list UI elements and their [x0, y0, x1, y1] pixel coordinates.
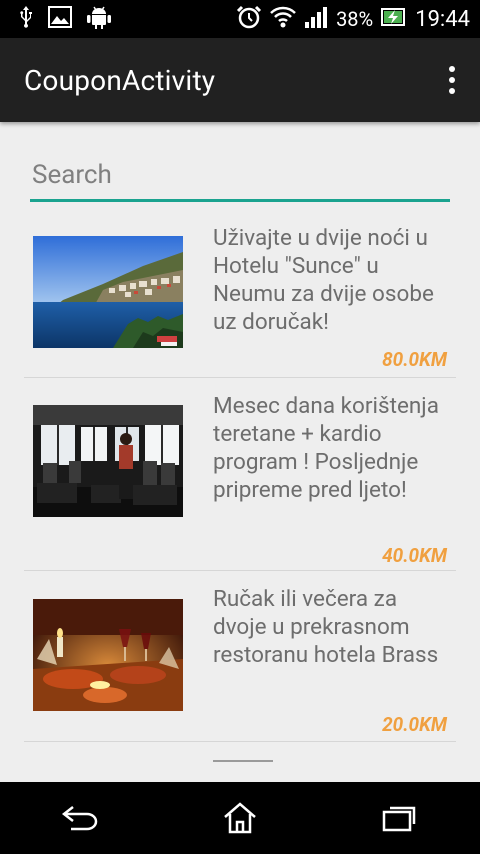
candlelight-dinner-photo: [33, 599, 183, 711]
status-bar: 38% 19:44: [0, 0, 480, 38]
wifi-icon: [270, 6, 296, 32]
android-icon: [86, 4, 112, 34]
coupon-title: Ručak ili večera za dvoje u prekrasnom r…: [213, 586, 439, 668]
home-icon[interactable]: [200, 788, 280, 848]
coupon-title: Uživajte u dvije noći u Hotelu "Sunce" u…: [213, 225, 434, 335]
coupon-price: 80.0KM: [382, 348, 447, 371]
search-field: [30, 152, 454, 202]
coupon-title: Mesec dana korištenja teretane + kardio …: [213, 393, 439, 503]
usb-icon: [18, 5, 34, 33]
more-vert-icon[interactable]: [428, 50, 476, 110]
search-underline: [30, 199, 450, 202]
coupon-list-screen: Uživajte u dvije noći u Hotelu "Sunce" u…: [0, 122, 480, 782]
search-input[interactable]: [30, 152, 454, 198]
signal-icon: [304, 6, 328, 32]
coastal-town-photo: [33, 236, 183, 348]
app-title: CouponActivity: [24, 63, 216, 97]
clock: 19:44: [415, 6, 470, 32]
coupon-title-partial: [213, 756, 451, 764]
coupon-item[interactable]: Mesec dana korištenja teretane + kardio …: [24, 378, 456, 571]
coupon-list[interactable]: Uživajte u dvije noći u Hotelu "Sunce" u…: [24, 212, 456, 782]
coupon-item[interactable]: Uživajte u dvije noći u Hotelu "Sunce" u…: [24, 212, 456, 378]
coupon-price: 40.0KM: [382, 544, 447, 567]
action-bar: CouponActivity: [0, 38, 480, 122]
coupon-price: 20.0KM: [382, 713, 447, 736]
back-icon[interactable]: [40, 788, 120, 848]
image-icon: [48, 6, 72, 32]
gym-photo: [33, 405, 183, 517]
recent-apps-icon[interactable]: [360, 788, 440, 848]
alarm-icon: [236, 4, 262, 34]
navigation-bar: [0, 782, 480, 854]
coupon-item[interactable]: Ručak ili večera za dvoje u prekrasnom r…: [24, 571, 456, 742]
battery-percent: 38%: [336, 7, 374, 31]
battery-charging-icon: [381, 7, 407, 31]
coupon-item[interactable]: [24, 742, 456, 782]
